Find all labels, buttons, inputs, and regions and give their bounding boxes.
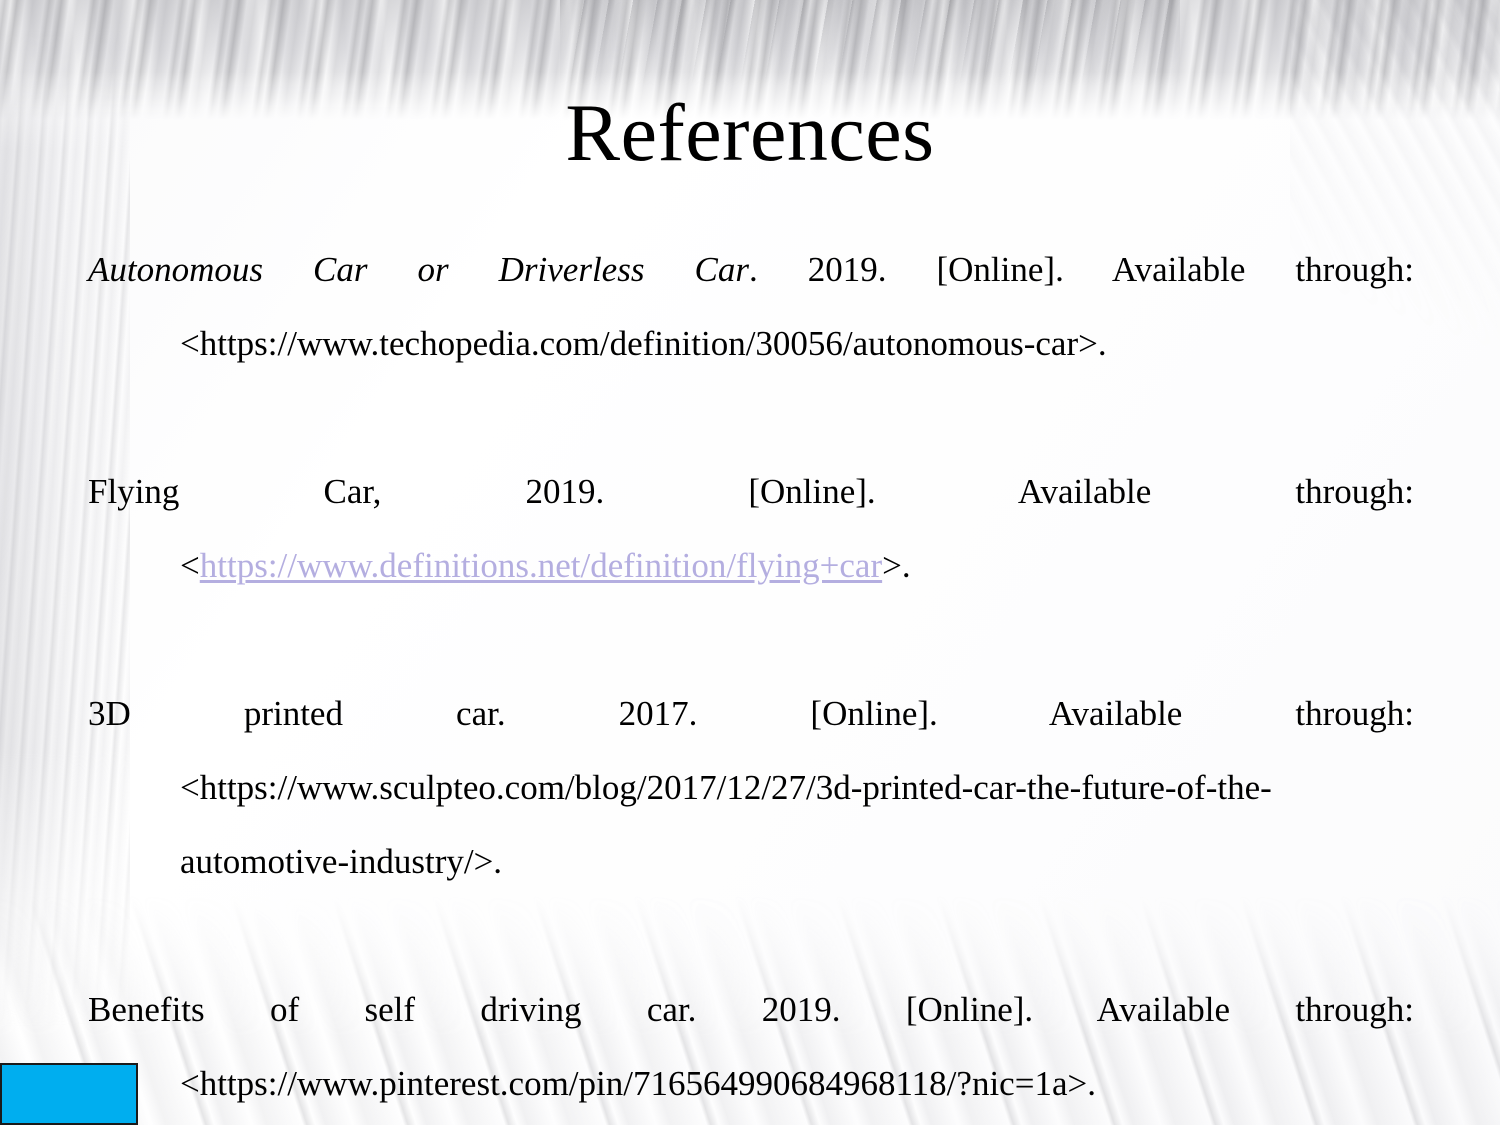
reference-title-italic: Autonomous Car or Driverless Car bbox=[88, 250, 749, 289]
reference-hyperlink-definitions-net[interactable]: https://www.definitions.net/definition/f… bbox=[200, 546, 882, 585]
reference-item-flying-car: Flying Car, 2019. [Online]. Available th… bbox=[88, 455, 1414, 677]
reference-tail: >. bbox=[882, 546, 911, 585]
reference-item-autonomous-car: Autonomous Car or Driverless Car. 2019. … bbox=[88, 233, 1414, 455]
reference-item-3d-printed-car: 3D printed car. 2017. [Online]. Availabl… bbox=[88, 677, 1414, 973]
reference-body: Benefits of self driving car. 2019. [Onl… bbox=[88, 990, 1414, 1103]
accent-rectangle bbox=[0, 1063, 138, 1125]
background-top-dark-streaks bbox=[560, 0, 1180, 86]
reference-item-benefits-self-driving: Benefits of self driving car. 2019. [Onl… bbox=[88, 973, 1414, 1125]
page-title: References bbox=[565, 87, 935, 178]
references-list: Autonomous Car or Driverless Car. 2019. … bbox=[88, 233, 1414, 1125]
reference-body: 3D printed car. 2017. [Online]. Availabl… bbox=[88, 694, 1414, 881]
slide-canvas: References Autonomous Car or Driverless … bbox=[0, 0, 1500, 1125]
